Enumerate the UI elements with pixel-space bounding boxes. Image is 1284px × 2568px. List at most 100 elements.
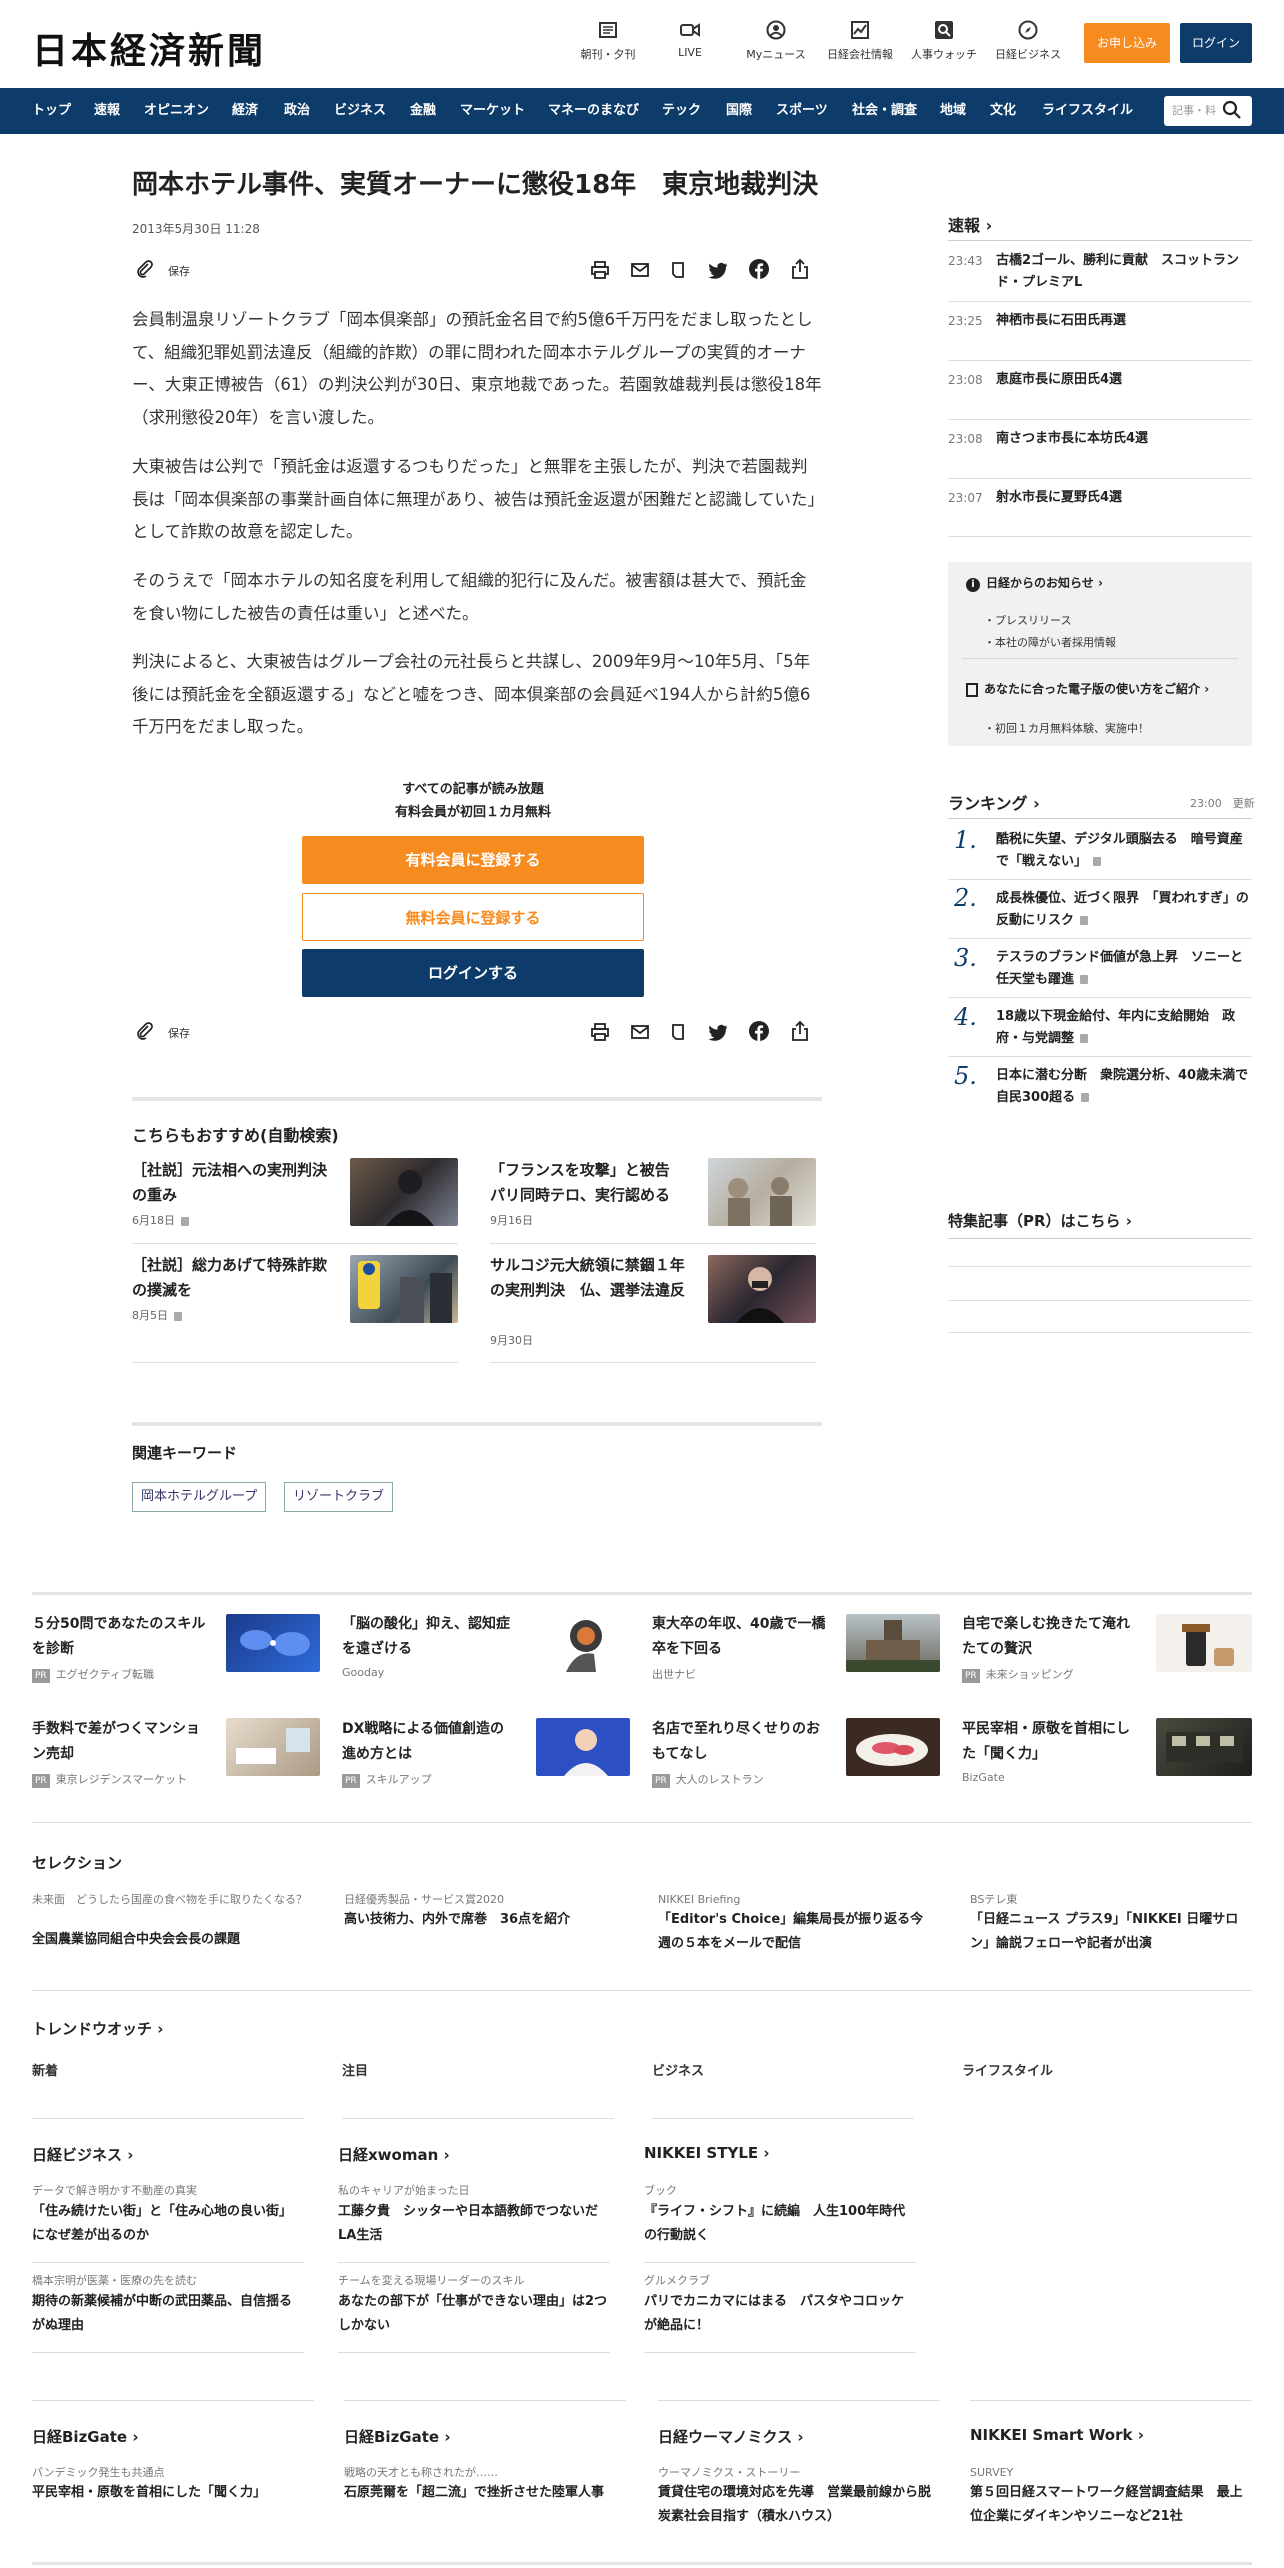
- nav-item-society[interactable]: 社会・調査: [852, 88, 917, 134]
- news-item[interactable]: 南さつま市長に本坊氏4選: [996, 428, 1254, 450]
- ad-title[interactable]: 東大卒の年収、40歳で一橋卒を下回る: [652, 1612, 827, 1662]
- ranking-item[interactable]: 成長株優位、近づく限界 「買われすぎ」の反動にリスク: [996, 888, 1252, 932]
- share-icon[interactable]: [790, 1020, 810, 1042]
- nav-item-politics[interactable]: 政治: [284, 88, 310, 134]
- live-link[interactable]: LIVE: [642, 20, 738, 59]
- mail-icon[interactable]: [630, 260, 650, 280]
- company-info-link[interactable]: 日経会社情報: [812, 20, 908, 62]
- ad-title[interactable]: 名店で至れり尽くせりのおもてなし: [652, 1717, 827, 1767]
- ad-thumbnail[interactable]: [226, 1614, 320, 1672]
- ad-title[interactable]: 自宅で楽しむ挽きたて淹れたての贅沢: [962, 1612, 1137, 1662]
- recommend-item-title[interactable]: 「フランスを攻撃」と被告 パリ同時テロ、実行認める: [490, 1158, 690, 1208]
- save-label[interactable]: 保存: [168, 1025, 190, 1041]
- recommend-item-title[interactable]: ［社説］元法相への実刑判決の重み: [132, 1158, 332, 1208]
- subscribe-button[interactable]: お申し込み: [1084, 23, 1170, 63]
- copy-icon[interactable]: [668, 1022, 688, 1042]
- selection-title[interactable]: 「Editor's Choice」編集局長が振り返る今週の５本をメールで配信: [658, 1908, 936, 1956]
- tab-featured[interactable]: 注目: [342, 2060, 368, 2079]
- nikkei-logo[interactable]: 日本経済新聞: [32, 22, 266, 74]
- pr-heading[interactable]: 特集記事（PR）はこちら ›: [948, 1210, 1132, 1231]
- media-title[interactable]: あなたの部下が「仕事ができない理由」は2つしかない: [338, 2290, 610, 2338]
- ad-thumbnail[interactable]: [846, 1718, 940, 1776]
- facebook-icon[interactable]: [748, 1020, 770, 1042]
- ad-thumbnail[interactable]: [226, 1718, 320, 1776]
- clip-icon[interactable]: [136, 1022, 154, 1040]
- tab-business[interactable]: ビジネス: [652, 2060, 704, 2079]
- notice-item[interactable]: ・プレスリリース: [984, 612, 1071, 628]
- print-icon[interactable]: [590, 260, 610, 280]
- tab-lifestyle[interactable]: ライフスタイル: [962, 2060, 1053, 2079]
- nav-item-economy[interactable]: 経済: [232, 88, 258, 134]
- news-item[interactable]: 古橋2ゴール、勝利に貢献 スコットランド・プレミアL: [996, 250, 1254, 294]
- nav-item-region[interactable]: 地域: [940, 88, 966, 134]
- media-title[interactable]: 工藤夕貴 シッターや日本語教師でつないだLA生活: [338, 2200, 610, 2248]
- twitter-icon[interactable]: [708, 1022, 728, 1042]
- nikkei-business-link[interactable]: 日経ビジネス: [980, 20, 1076, 62]
- mynews-link[interactable]: Myニュース: [728, 20, 824, 62]
- notice-item[interactable]: ・本社の障がい者採用情報: [984, 634, 1116, 650]
- ranking-item[interactable]: 日本に潜む分断 衆院選分析、40歳未満で自民300超る: [996, 1065, 1252, 1109]
- nav-item-culture[interactable]: 文化: [990, 88, 1016, 134]
- ad-title[interactable]: DX戦略による価値創造の進め方とは: [342, 1717, 517, 1767]
- mail-icon[interactable]: [630, 1022, 650, 1042]
- ad-title[interactable]: 平民宰相・原敬を首相にした「聞く力」: [962, 1717, 1137, 1767]
- nav-item-international[interactable]: 国際: [726, 88, 752, 134]
- bottom-heading[interactable]: 日経ウーマノミクス ›: [658, 2426, 804, 2447]
- ad-title[interactable]: 「脳の酸化」抑え、認知症を遠ざける: [342, 1612, 517, 1662]
- twitter-icon[interactable]: [708, 260, 728, 280]
- ad-thumbnail[interactable]: [846, 1614, 940, 1672]
- register-free-button[interactable]: 無料会員に登録する: [302, 893, 644, 941]
- nav-item-money[interactable]: マネーのまなび: [548, 88, 639, 134]
- trend-heading[interactable]: トレンドウオッチ ›: [32, 2018, 163, 2039]
- bottom-heading[interactable]: NIKKEI Smart Work ›: [970, 2426, 1144, 2444]
- sokuho-heading[interactable]: 速報 ›: [948, 212, 992, 236]
- nav-item-market[interactable]: マーケット: [460, 88, 525, 134]
- recommend-item-title[interactable]: サルコジ元大統領に禁錮１年の実刑判決 仏、選挙法違反: [490, 1253, 690, 1303]
- media-title[interactable]: 『ライフ・シフト』に続編 人生100年時代の行動説く: [644, 2200, 916, 2248]
- print-icon[interactable]: [590, 1022, 610, 1042]
- selection-title[interactable]: 「日経ニュース プラス9」「NIKKEI 日曜サロン」論説フェローや記者が出演: [970, 1908, 1252, 1956]
- share-icon[interactable]: [790, 258, 810, 280]
- login-button[interactable]: ログイン: [1180, 23, 1252, 63]
- ranking-item[interactable]: テスラのブランド価値が急上昇 ソニーと任天堂も躍進: [996, 947, 1252, 991]
- media-heading[interactable]: 日経ビジネス ›: [32, 2144, 133, 2165]
- notice-heading[interactable]: i 日経からのお知らせ ›: [966, 574, 1103, 592]
- ad-thumbnail[interactable]: [536, 1718, 630, 1776]
- keyword-tag[interactable]: リゾートクラブ: [284, 1482, 394, 1512]
- facebook-icon[interactable]: [748, 258, 770, 280]
- news-item[interactable]: 射水市長に夏野氏4選: [996, 487, 1254, 509]
- ad-thumbnail[interactable]: [1156, 1614, 1252, 1672]
- nav-item-finance[interactable]: 金融: [410, 88, 436, 134]
- selection-title[interactable]: 全国農業協同組合中央会会長の課題: [32, 1928, 322, 1952]
- nav-item-tech[interactable]: テック: [662, 88, 701, 134]
- ranking-heading[interactable]: ランキング ›: [948, 790, 1040, 814]
- bottom-title[interactable]: 石原莞爾を「超二流」で挫折させた陸軍人事: [344, 2481, 626, 2505]
- nav-item-lifestyle[interactable]: ライフスタイル: [1042, 88, 1133, 134]
- ad-title[interactable]: 手数料で差がつくマンション売却: [32, 1717, 207, 1767]
- clip-icon[interactable]: [136, 260, 154, 278]
- bottom-title[interactable]: 第５回日経スマートワーク経営調査結果 最上位企業にダイキンやソニーなど21社: [970, 2481, 1252, 2529]
- epaper-item[interactable]: ・初回１カ月無料体験、実施中！: [984, 720, 1149, 736]
- recommend-thumbnail[interactable]: [708, 1158, 816, 1226]
- ranking-item[interactable]: 18歳以下現金給付、年内に支給開始 政府・与党調整: [996, 1006, 1252, 1050]
- ad-thumbnail[interactable]: [536, 1614, 630, 1672]
- bottom-heading[interactable]: 日経BizGate ›: [32, 2426, 139, 2447]
- tab-new[interactable]: 新着: [32, 2060, 58, 2079]
- media-title[interactable]: 期待の新薬候補が中断の武田薬品、自信揺るがぬ理由: [32, 2290, 304, 2338]
- bottom-title[interactable]: 賃貸住宅の環境対応を先導 営業最前線から脱炭素社会目指す（積水ハウス）: [658, 2481, 940, 2529]
- recommend-thumbnail[interactable]: [350, 1158, 458, 1226]
- recommend-thumbnail[interactable]: [708, 1255, 816, 1323]
- copy-icon[interactable]: [668, 260, 688, 280]
- register-paid-button[interactable]: 有料会員に登録する: [302, 836, 644, 884]
- recommend-thumbnail[interactable]: [350, 1255, 458, 1323]
- ad-thumbnail[interactable]: [1156, 1718, 1252, 1776]
- search-icon[interactable]: [1222, 100, 1242, 120]
- nav-item-top[interactable]: トップ: [32, 88, 71, 134]
- media-title[interactable]: 「住み続けたい街」と「住み心地の良い街」になぜ差が出るのか: [32, 2200, 304, 2248]
- media-heading[interactable]: 日経xwoman ›: [338, 2144, 450, 2165]
- news-item[interactable]: 神栖市長に石田氏再選: [996, 310, 1254, 332]
- media-title[interactable]: パリでカニカマにはまる パスタやコロッケが絶品に！: [644, 2290, 916, 2338]
- login-cta-button[interactable]: ログインする: [302, 949, 644, 997]
- bottom-title[interactable]: 平民宰相・原敬を首相にした「聞く力」: [32, 2481, 314, 2505]
- epaper-heading[interactable]: あなたに合った電子版の使い方をご紹介 ›: [966, 680, 1209, 697]
